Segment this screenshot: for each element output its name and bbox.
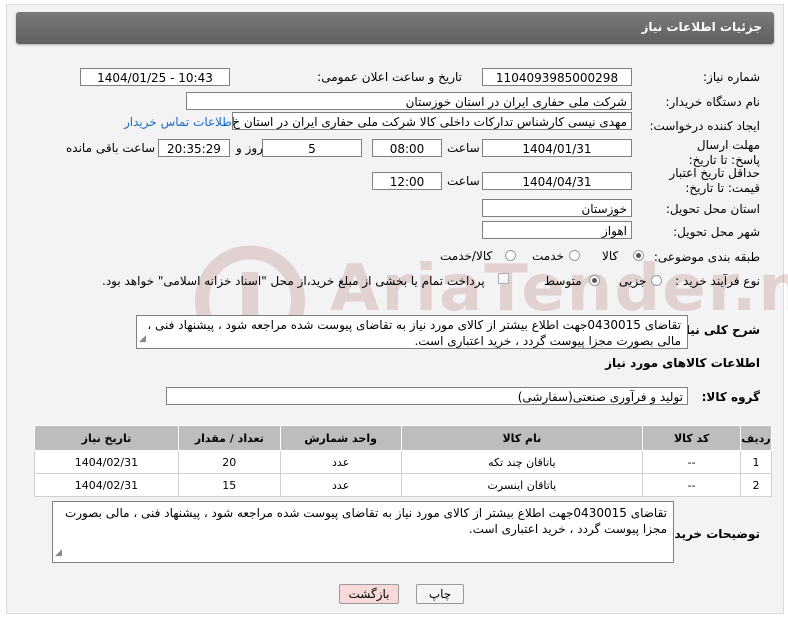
cell-unit: عدد bbox=[279, 450, 402, 474]
buyer-field: شرکت ملی حفاری ایران در استان خوزستان bbox=[186, 92, 632, 110]
process-label: نوع فرآیند خرید : bbox=[675, 274, 760, 288]
cell-code: -- bbox=[642, 450, 742, 474]
cell-quantity: 20 bbox=[177, 450, 281, 474]
deadline-label: مهلت ارسال پاسخ: تا تاریخ: bbox=[688, 138, 760, 167]
category-goods-radio[interactable] bbox=[633, 250, 644, 261]
need-number-field: 1104093985000298 bbox=[482, 68, 632, 86]
validity-date-field: 1404/04/31 bbox=[482, 172, 632, 190]
buyer-notes-text: تقاضای 0430015جهت اطلاع بیشتر از کالای م… bbox=[64, 506, 667, 536]
cell-date: 1404/02/31 bbox=[34, 450, 179, 474]
province-label: استان محل تحویل: bbox=[665, 202, 760, 216]
col-code-header: کد کالا bbox=[642, 425, 742, 451]
deadline-date-field: 1404/01/31 bbox=[482, 139, 632, 157]
cell-unit: عدد bbox=[279, 473, 402, 497]
goods-group-label: گروه کالا: bbox=[701, 390, 760, 404]
table-row: 1 -- یاتاقان چند تکه عدد 20 1404/02/31 bbox=[34, 450, 772, 474]
validity-label: حداقل تاریخ اعتبار قیمت: تا تاریخ: bbox=[669, 166, 760, 195]
deadline-time-field: 08:00 bbox=[372, 139, 442, 157]
validity-time-label: ساعت bbox=[447, 174, 480, 188]
cell-date: 1404/02/31 bbox=[34, 473, 179, 497]
col-quantity-header: تعداد / مقدار bbox=[177, 425, 281, 451]
cell-row: 2 bbox=[740, 473, 772, 497]
remaining-time-label: ساعت باقی مانده bbox=[66, 141, 156, 155]
category-goods-label: کالا bbox=[602, 249, 619, 263]
buyer-contact-link[interactable]: اطلاعات تماس خریدار bbox=[124, 115, 235, 129]
col-date-header: تاریخ نیاز bbox=[34, 425, 179, 451]
category-goods-service-label: کالا/خدمت bbox=[440, 249, 493, 263]
cell-code: -- bbox=[642, 473, 742, 497]
treasury-payment-note: پرداخت تمام یا بخشی از مبلغ خرید،از محل … bbox=[102, 274, 485, 288]
buyer-label: نام دستگاه خریدار: bbox=[665, 95, 761, 109]
goods-group-field: تولید و فرآوری صنعتی(سفارشی) bbox=[166, 387, 688, 405]
validity-time-field: 12:00 bbox=[372, 172, 442, 190]
goods-table: ردیف کد کالا نام کالا واحد شمارش تعداد /… bbox=[34, 425, 772, 497]
page-header: جزئیات اطلاعات نیاز bbox=[16, 12, 774, 44]
creator-field: مهدی نیسی کارشناس تدارکات داخلی کالا شرک… bbox=[232, 112, 632, 130]
resize-grip-icon[interactable]: ◢ bbox=[55, 545, 62, 561]
treasury-payment-checkbox[interactable] bbox=[498, 273, 509, 284]
need-number-label: شماره نیاز: bbox=[703, 70, 760, 84]
goods-table-header: ردیف کد کالا نام کالا واحد شمارش تعداد /… bbox=[34, 425, 772, 451]
cell-name: یاتاقان چند تکه bbox=[400, 450, 644, 474]
category-service-label: خدمت bbox=[532, 249, 564, 263]
col-name-header: نام کالا bbox=[400, 425, 644, 451]
back-button[interactable]: بازگشت bbox=[339, 584, 399, 604]
remaining-time-field: 20:35:29 bbox=[158, 139, 230, 157]
deadline-time-label: ساعت bbox=[447, 141, 480, 155]
days-label: روز و bbox=[236, 141, 263, 155]
category-service-radio[interactable] bbox=[569, 250, 580, 261]
city-label: شهر محل تحویل: bbox=[673, 225, 760, 239]
col-unit-header: واحد شمارش bbox=[279, 425, 402, 451]
table-row: 2 -- یاتاقان اینسرت عدد 15 1404/02/31 bbox=[34, 473, 772, 497]
goods-section-title: اطلاعات کالاهای مورد نیاز bbox=[605, 356, 760, 370]
description-textarea[interactable]: تقاضای 0430015جهت اطلاع بیشتر از کالای م… bbox=[136, 315, 688, 349]
print-button[interactable]: چاپ bbox=[416, 584, 464, 604]
province-field: خوزستان bbox=[482, 199, 632, 217]
process-minor-label: جزیی bbox=[619, 274, 647, 288]
days-remaining-field: 5 bbox=[262, 139, 362, 157]
process-medium-radio[interactable] bbox=[589, 275, 600, 286]
col-row-header: ردیف bbox=[740, 425, 772, 451]
cell-quantity: 15 bbox=[177, 473, 281, 497]
announce-datetime-field: 1404/01/25 - 10:43 bbox=[80, 68, 230, 86]
description-text: تقاضای 0430015جهت اطلاع بیشتر از کالای م… bbox=[147, 318, 681, 348]
resize-grip-icon[interactable]: ◢ bbox=[139, 331, 146, 347]
cell-row: 1 bbox=[740, 450, 772, 474]
process-minor-radio[interactable] bbox=[651, 275, 662, 286]
category-label: طبقه بندی موضوعی: bbox=[653, 250, 760, 264]
page-title: جزئیات اطلاعات نیاز bbox=[641, 20, 762, 34]
category-goods-service-radio[interactable] bbox=[505, 250, 516, 261]
buyer-notes-textarea[interactable]: تقاضای 0430015جهت اطلاع بیشتر از کالای م… bbox=[52, 501, 674, 563]
cell-name: یاتاقان اینسرت bbox=[400, 473, 644, 497]
creator-label: ایجاد کننده درخواست: bbox=[649, 119, 760, 133]
announce-label: تاریخ و ساعت اعلان عمومی: bbox=[317, 70, 462, 84]
city-field: اهواز bbox=[482, 221, 632, 239]
process-medium-label: متوسط bbox=[544, 274, 582, 288]
